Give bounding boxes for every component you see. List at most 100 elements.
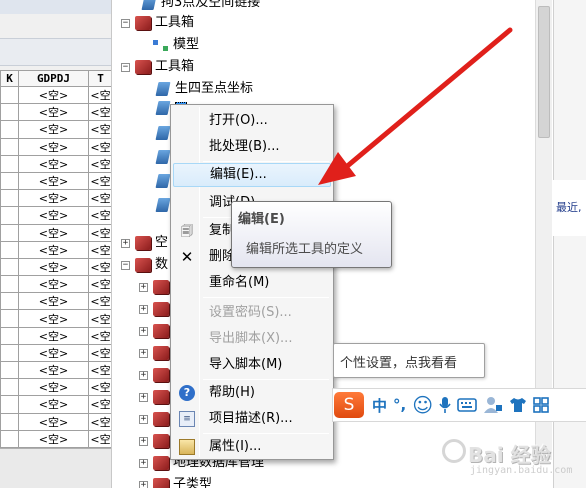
expand-toggle[interactable]: + [139,326,148,336]
collapse-toggle[interactable]: − [121,18,130,28]
tree-item-sub-3[interactable]: + [139,320,173,342]
table-cell: <空 [88,326,111,345]
table-row[interactable]: <空><空 [0,343,111,363]
table-header-cell[interactable]: K [0,70,19,87]
table-row[interactable]: <空><空 [0,189,111,208]
scrollbar-thumb[interactable] [538,6,550,138]
tree-item-model[interactable]: 模型 [153,34,199,56]
tool-icon [141,0,157,10]
tree-item-sub-6[interactable]: + [139,386,173,408]
table-cell: <空> [18,360,89,380]
table-cell: <空> [18,257,89,277]
table-row[interactable]: <空><空 [0,171,111,191]
menu-item-open[interactable]: 打开(O)... [173,109,331,133]
tree-item-sub-4[interactable]: + [139,342,173,364]
chinese-mode-button[interactable]: 中 [372,388,387,422]
table-cell: <空 [88,137,111,156]
tooltip-description: 编辑所选工具的定义 [246,242,364,257]
table-cell: <空 [88,257,111,277]
table-cell: <空> [18,189,89,208]
menu-item-export-script: 导出脚本(X)... [209,331,293,346]
expand-toggle[interactable]: + [139,282,148,292]
ime-settings-bubble[interactable]: 个性设置，点我看看 [333,343,485,378]
expand-toggle[interactable]: + [139,348,148,358]
table-row[interactable]: <空><空 [0,85,111,105]
table-cell [0,412,19,431]
table-row[interactable]: <空><空 [0,240,111,259]
mic-icon[interactable] [439,388,451,422]
user-svg [484,397,503,413]
mic-svg [439,397,451,413]
table-cell: <空> [18,85,89,105]
expand-toggle[interactable]: + [139,436,148,446]
expand-toggle[interactable]: + [139,370,148,380]
expand-toggle[interactable]: + [139,392,148,402]
menu-item-properties[interactable]: 属性(I)... [173,435,331,459]
tree-item-subtypes[interactable]: + 子类型 [139,474,212,488]
table-row[interactable]: <空><空 [0,309,111,328]
skin-icon[interactable] [509,388,527,422]
sogou-logo-icon[interactable]: S [334,392,364,418]
tools-icon[interactable] [533,388,549,422]
model-icon [153,39,169,51]
toolbox-icon [153,434,169,448]
menu-item-edit[interactable]: 编辑(E)... [173,163,331,187]
menu-separator [203,379,329,380]
tree-item-toolbox-1[interactable]: − 工具箱 [121,12,194,34]
tree-item-sub-7[interactable]: + [139,408,173,430]
table-row[interactable]: <空><空 [0,378,111,397]
recent-link[interactable]: 最近, [556,199,582,215]
tree-item-spatial[interactable]: + 空 [121,232,168,254]
menu-item-label: 帮助(H) [209,385,255,400]
emoji-icon[interactable]: ☺ [412,388,433,422]
menu-item-label: 属性(I)... [209,439,262,454]
table-cell: <空> [18,103,89,122]
menu-separator [203,161,329,162]
menu-item-import-script[interactable]: 导入脚本(M) [173,353,331,377]
toolbox-icon [135,258,151,272]
punctuation-button[interactable]: °, [393,388,406,422]
table-row[interactable]: <空><空 [0,292,111,311]
shirt-svg [510,398,527,412]
expand-toggle[interactable]: + [139,458,148,468]
table-row[interactable]: <空><空 [0,360,111,380]
tree-item-sub-5[interactable]: + [139,364,173,386]
table-row[interactable]: <空><空 [0,412,111,431]
table-row[interactable]: <空><空 [0,206,111,225]
table-cell: <空 [88,103,111,122]
keyboard-icon[interactable] [457,388,477,422]
expand-toggle[interactable]: + [139,480,148,488]
tree-item-data[interactable]: − 数 [121,254,168,276]
table-row[interactable]: <空><空 [0,395,111,414]
table-row[interactable]: <空><空 [0,429,111,448]
expand-toggle[interactable]: + [139,414,148,424]
tree-item-sub-1[interactable]: + [139,276,173,298]
expand-toggle[interactable]: + [121,238,130,248]
table-row[interactable]: <空><空 [0,326,111,345]
tree-item-sub-8[interactable]: + [139,430,173,452]
table-cell [0,395,19,414]
tree-item-sub-2[interactable]: + [139,298,173,320]
table-cell: <空> [18,395,89,414]
table-row[interactable]: <空><空 [0,154,111,173]
menu-item-help[interactable]: ? 帮助(H) [173,381,331,405]
table-header-cell[interactable]: T [88,70,111,87]
table-body: <空> <空 <空> <空 <空> <空 <空> <空 <空> <空 <空> <空 <空> <空 <空> <空… [0,85,111,466]
table-row[interactable]: <空><空 [0,103,111,122]
menu-item-rename[interactable]: 重命名(M) [173,271,331,295]
table-row[interactable]: <空><空 [0,257,111,277]
table-row[interactable]: <空><空 [0,275,111,294]
table-header-cell[interactable]: GDPDJ [18,70,89,87]
table-row[interactable]: <空><空 [0,120,111,139]
tree-item-toolbox-2[interactable]: − 工具箱 [121,56,194,78]
ime-bubble-text: 个性设置，点我看看 [340,356,458,371]
table-row[interactable]: <空><空 [0,223,111,242]
table-cell: <空> [18,378,89,397]
menu-item-description[interactable]: ≡ 项目描述(R)... [173,407,331,431]
table-row[interactable]: <空><空 [0,137,111,156]
menu-item-batch[interactable]: 批处理(B)... [173,135,331,159]
collapse-toggle[interactable]: − [121,62,130,72]
user-icon[interactable] [483,388,503,422]
expand-toggle[interactable]: + [139,304,148,314]
collapse-toggle[interactable]: − [121,260,130,270]
